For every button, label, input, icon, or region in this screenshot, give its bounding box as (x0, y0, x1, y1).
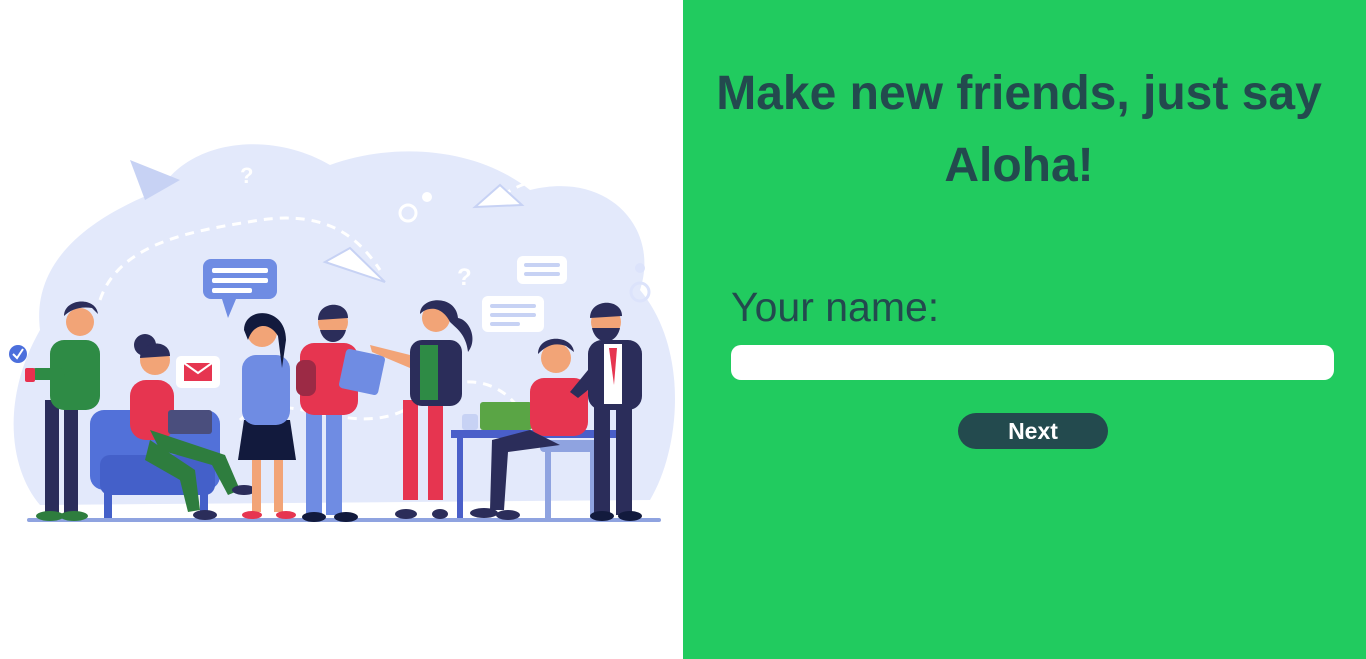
signup-panel: Make new friends, just say Aloha! Your n… (683, 0, 1366, 659)
page-title: Make new friends, just say Aloha! (716, 67, 1322, 192)
tablet-icon (339, 349, 385, 395)
phone-icon (25, 368, 35, 382)
laptop-icon (168, 410, 212, 434)
question-mark-icon: ? (240, 163, 253, 188)
mug (462, 414, 478, 430)
laptop-icon (480, 402, 532, 430)
illustration-panel: ? ? (0, 0, 683, 659)
email-icon (176, 356, 220, 388)
name-input[interactable] (731, 345, 1334, 380)
friends-illustration: ? ? (9, 144, 675, 522)
question-mark-icon: ? (457, 264, 472, 291)
decor-dot (635, 263, 645, 273)
checkmark-icon (9, 345, 27, 363)
decor-dot (422, 192, 432, 202)
next-button[interactable]: Next (958, 413, 1108, 449)
name-label: Your name: (731, 284, 940, 330)
